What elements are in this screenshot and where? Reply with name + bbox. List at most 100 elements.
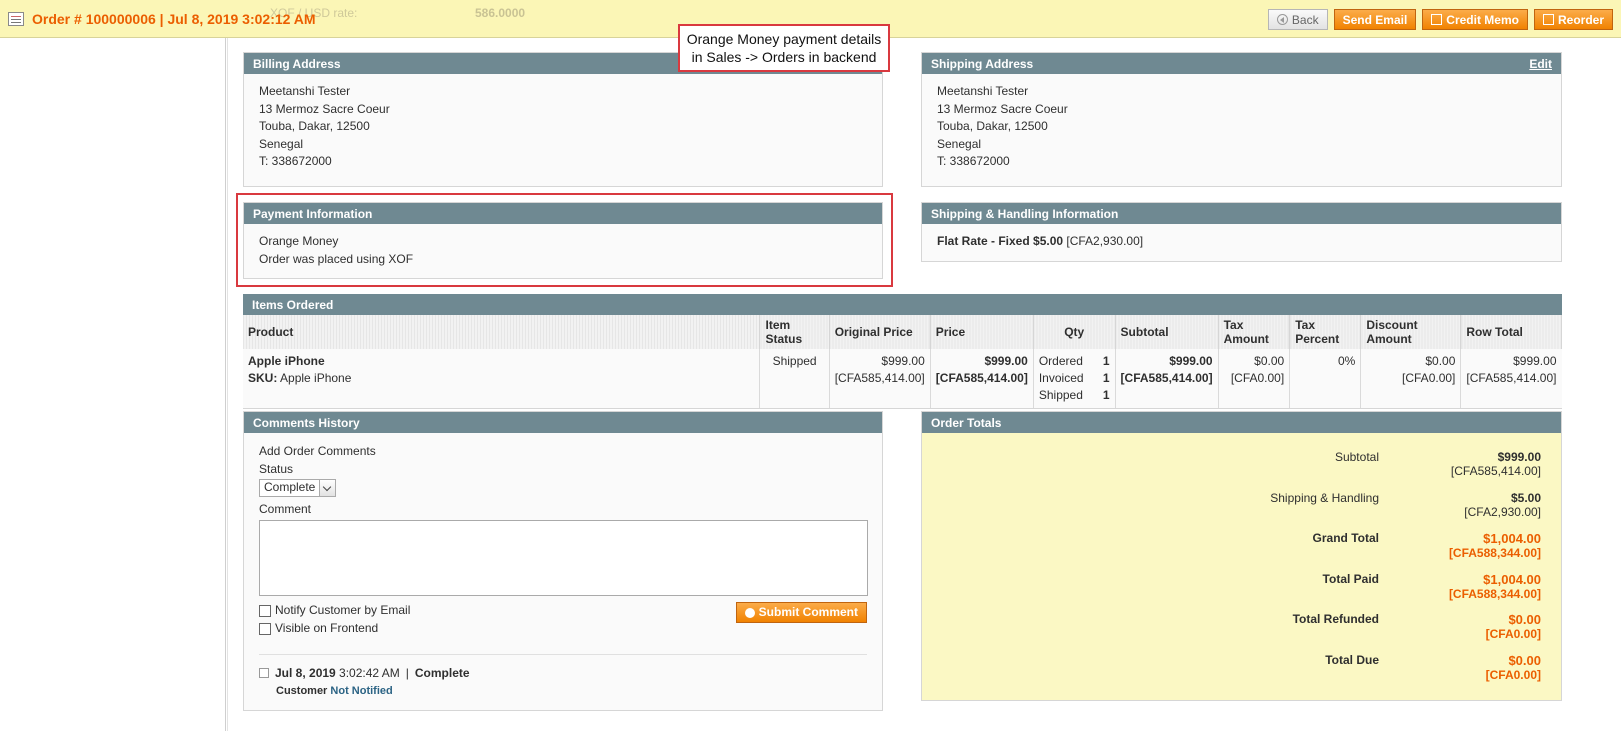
history-time: 3:02:42 AM xyxy=(335,665,400,680)
sku-value: Apple iPhone xyxy=(277,371,352,385)
send-email-button[interactable]: Send Email xyxy=(1333,9,1417,30)
history-notified-status: Not Notified xyxy=(330,685,393,697)
discount-amount: $0.00 xyxy=(1425,354,1456,368)
totals-label: Shipping & Handling xyxy=(1270,491,1379,505)
shipping-handling-body: Flat Rate - Fixed $5.00 [CFA2,930.00] xyxy=(922,224,1561,260)
back-button[interactable]: Back xyxy=(1267,9,1328,30)
back-button-label: Back xyxy=(1291,12,1319,27)
column-header: Price xyxy=(930,315,1034,349)
visible-frontend-checkbox[interactable] xyxy=(259,622,271,635)
qty-value: 1 xyxy=(1102,354,1110,368)
order-totals-box: Order Totals Subtotal $999.00 [CFA585,414… xyxy=(921,411,1562,701)
qty-value: 1 xyxy=(1102,388,1110,402)
qty-label: Ordered xyxy=(1038,354,1083,368)
shipping-line: Meetanshi Tester xyxy=(937,84,1029,98)
qty-grid: Ordered 1 Invoiced 1 Shipped 1 xyxy=(1039,353,1110,404)
comments-history-body: Add Order Comments Status Complete Comme… xyxy=(244,433,882,711)
product-cell: Apple iPhone SKU: Apple iPhone xyxy=(243,349,761,409)
chevron-down-icon xyxy=(319,480,336,496)
page-title: Order # 100000006 | Jul 8, 2019 3:02:12 … xyxy=(8,11,316,27)
column-header: Product xyxy=(243,315,761,349)
notify-customer-checkbox[interactable] xyxy=(259,604,271,617)
column-header: Original Price xyxy=(829,315,931,349)
totals-usd: $1,004.00 xyxy=(1483,572,1541,587)
comments-history-box: Comments History Add Order Comments Stat… xyxy=(243,411,883,711)
history-customer-label: Customer xyxy=(276,685,328,697)
submit-comment-label: Submit Comment xyxy=(758,604,858,619)
shipping-line: 13 Mermoz Sacre Coeur xyxy=(937,101,1068,116)
qty-label: Invoiced xyxy=(1038,371,1084,385)
qty-label: Shipped xyxy=(1038,388,1083,402)
visible-frontend-label: Visible on Frontend xyxy=(275,620,379,635)
discount-amount-cfa: [CFA0.00] xyxy=(1402,371,1456,385)
totals-usd: $0.00 xyxy=(1508,612,1541,627)
left-sidebar xyxy=(0,38,228,731)
billing-line: Meetanshi Tester xyxy=(259,84,351,98)
rate-value: 586.0000 xyxy=(475,6,526,20)
history-entry-row: Jul 8, 2019 3:02:42 AM | Complete xyxy=(259,665,867,683)
column-header: Item Status xyxy=(759,315,830,349)
order-icon xyxy=(8,12,24,26)
discount-cell: $0.00 [CFA0.00] xyxy=(1360,349,1462,409)
shipping-handling-box: Shipping & Handling Information Flat Rat… xyxy=(921,202,1562,262)
credit-memo-button[interactable]: Credit Memo xyxy=(1422,9,1528,30)
totals-amount: $0.00 [CFA0.00] xyxy=(1486,653,1541,682)
header-actions: Back Send Email Credit Memo Reorder xyxy=(1267,9,1613,30)
order-title-text: Order # 100000006 | Jul 8, 2019 3:02:12 … xyxy=(32,11,316,27)
shipping-address-title: Shipping Address xyxy=(931,57,1034,71)
totals-cfa: [CFA2,930.00] xyxy=(1464,505,1541,519)
history-notification: Customer Not Notified xyxy=(259,683,867,701)
comment-label: Comment xyxy=(259,502,312,516)
billing-line: T: 338672000 xyxy=(259,154,332,168)
items-table: Product Item Status Original Price Price… xyxy=(243,315,1562,409)
billing-line: 13 Mermoz Sacre Coeur xyxy=(259,101,390,116)
totals-cfa: [CFA585,414.00] xyxy=(1450,464,1541,478)
comment-textarea[interactable] xyxy=(259,519,868,596)
totals-label: Total Refunded xyxy=(1292,612,1379,626)
subtotal-cell: $999.00 [CFA585,414.00] xyxy=(1115,349,1219,409)
shipping-address-header: Shipping Address Edit xyxy=(922,53,1561,74)
column-header: Subtotal xyxy=(1115,315,1219,349)
order-totals-header: Order Totals xyxy=(922,412,1561,433)
billing-line: Senegal xyxy=(259,136,304,151)
add-comments-label: Add Order Comments xyxy=(259,444,376,458)
submit-comment-button[interactable]: Submit Comment xyxy=(735,602,867,623)
status-select[interactable]: Complete xyxy=(259,479,337,497)
notify-customer-label: Notify Customer by Email xyxy=(275,602,411,617)
totals-label: Total Due xyxy=(1325,653,1379,667)
totals-cfa: [CFA0.00] xyxy=(1485,668,1541,682)
billing-address-title: Billing Address xyxy=(253,57,341,71)
status-selected-value: Complete xyxy=(264,480,316,495)
shipping-line: T: 338672000 xyxy=(937,154,1010,168)
tax-percent: 0% xyxy=(1289,349,1362,409)
status-label: Status xyxy=(259,461,294,476)
price: $999.00 xyxy=(984,354,1028,368)
subtotal: $999.00 xyxy=(1169,354,1213,368)
product-name: Apple iPhone xyxy=(248,354,325,368)
totals-amount: $0.00 [CFA0.00] xyxy=(1486,612,1541,641)
callout-line-2: in Sales -> Orders in backend xyxy=(691,49,877,65)
callout-line-1: Orange Money payment details xyxy=(686,31,882,47)
subtotal-cfa: [CFA585,414.00] xyxy=(1120,371,1213,385)
annotation-callout: Orange Money payment details in Sales ->… xyxy=(678,24,890,72)
column-header: Row Total xyxy=(1460,315,1562,349)
sku-label: SKU: xyxy=(248,371,278,385)
payment-highlight-frame xyxy=(236,193,893,287)
items-ordered-box: Items Ordered Product Item Status Origin… xyxy=(243,294,1562,409)
billing-address-box: Billing Address Meetanshi Tester 13 Merm… xyxy=(243,52,883,187)
order-totals-title: Order Totals xyxy=(931,416,1002,430)
items-ordered-header: Items Ordered xyxy=(243,294,1562,315)
shipping-method: Flat Rate - Fixed $5.00 xyxy=(937,234,1064,248)
edit-shipping-link[interactable]: Edit xyxy=(1529,57,1552,71)
price-cfa: [CFA585,414.00] xyxy=(935,371,1028,385)
back-arrow-icon xyxy=(1276,14,1288,25)
credit-memo-label: Credit Memo xyxy=(1446,12,1519,27)
totals-amount: $999.00 [CFA585,414.00] xyxy=(1451,450,1541,478)
item-status: Shipped xyxy=(759,349,830,409)
billing-line: Touba, Dakar, 12500 xyxy=(259,119,370,133)
comments-history-title: Comments History xyxy=(253,416,360,430)
reorder-button[interactable]: Reorder xyxy=(1533,9,1613,30)
tax-amount-cell: $0.00 [CFA0.00] xyxy=(1218,349,1291,409)
shipping-line: Touba, Dakar, 12500 xyxy=(937,119,1048,133)
comments-history-header: Comments History xyxy=(244,412,882,433)
